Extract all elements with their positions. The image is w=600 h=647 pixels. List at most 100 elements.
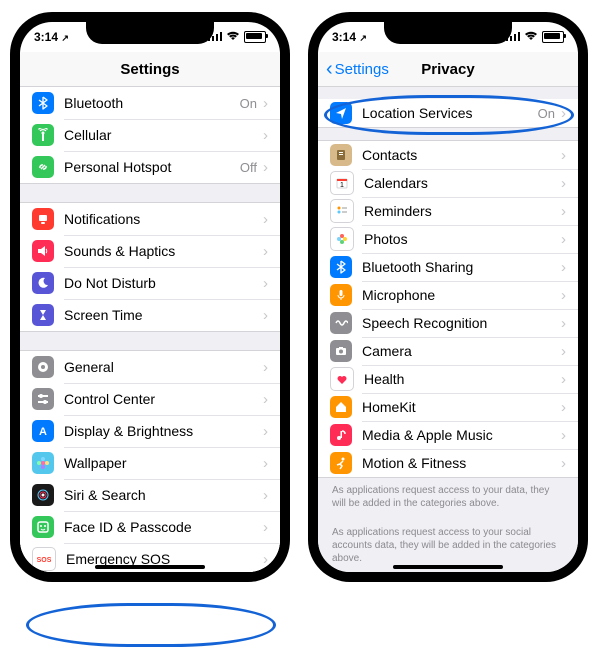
chevron-right-icon: › — [561, 148, 566, 163]
row-label: Calendars — [364, 175, 561, 191]
row-value: On — [240, 96, 257, 111]
chevron-right-icon: › — [263, 308, 268, 323]
svg-text:SOS: SOS — [37, 557, 51, 564]
row-label: Contacts — [362, 147, 561, 163]
row-camera[interactable]: Camera› — [318, 337, 578, 365]
wifi-icon — [226, 30, 240, 44]
location-indicator-icon: ↗ — [61, 33, 69, 43]
hotspot-icon — [32, 156, 54, 178]
row-label: Bluetooth — [64, 95, 240, 111]
row-controlcenter[interactable]: Control Center› — [20, 383, 280, 415]
row-label: Bluetooth Sharing — [362, 259, 561, 275]
notch — [384, 22, 512, 44]
row-label: Display & Brightness — [64, 423, 263, 439]
row-health[interactable]: Health› — [318, 365, 578, 393]
footnote: As applications request access to your d… — [318, 478, 578, 520]
control-center-icon — [32, 388, 54, 410]
row-mic[interactable]: Microphone› — [318, 281, 578, 309]
dnd-icon — [32, 272, 54, 294]
row-label: Motion & Fitness — [362, 455, 561, 471]
notch — [86, 22, 214, 44]
row-label: Screen Time — [64, 307, 263, 323]
highlight-annotation — [26, 603, 276, 647]
row-label: Speech Recognition — [362, 315, 561, 331]
homekit-icon — [330, 396, 352, 418]
row-calendars[interactable]: 1Calendars› — [318, 169, 578, 197]
row-label: Photos — [364, 231, 561, 247]
general-icon — [32, 356, 54, 378]
row-homekit[interactable]: HomeKit› — [318, 393, 578, 421]
back-button[interactable]: ‹ Settings — [326, 59, 389, 79]
row-photos[interactable]: Photos› — [318, 225, 578, 253]
back-label: Settings — [335, 61, 389, 78]
row-motion[interactable]: Motion & Fitness› — [318, 449, 578, 477]
svg-text:1: 1 — [340, 182, 344, 189]
screen-right: 3:14 ↗ ‹ Settings Privacy Location Servi… — [318, 22, 578, 572]
row-value: On — [538, 106, 555, 121]
chevron-right-icon: › — [263, 212, 268, 227]
row-label: Control Center — [64, 391, 263, 407]
row-siri[interactable]: Siri & Search› — [20, 479, 280, 511]
siri-icon — [32, 484, 54, 506]
row-label: Do Not Disturb — [64, 275, 263, 291]
nav-bar: ‹ Settings Privacy — [318, 52, 578, 87]
row-label: Wallpaper — [64, 455, 263, 471]
chevron-right-icon: › — [561, 344, 566, 359]
location-indicator-icon: ↗ — [359, 33, 367, 43]
row-display[interactable]: ADisplay & Brightness› — [20, 415, 280, 447]
svg-text:A: A — [39, 426, 47, 438]
home-indicator[interactable] — [393, 565, 503, 569]
chevron-right-icon: › — [561, 316, 566, 331]
row-reminders[interactable]: Reminders› — [318, 197, 578, 225]
chevron-right-icon: › — [263, 96, 268, 111]
row-media[interactable]: Media & Apple Music› — [318, 421, 578, 449]
row-btshare[interactable]: Bluetooth Sharing› — [318, 253, 578, 281]
row-location[interactable]: Location ServicesOn› — [318, 99, 578, 127]
row-sounds[interactable]: Sounds & Haptics› — [20, 235, 280, 267]
row-label: Cellular — [64, 127, 263, 143]
row-label: General — [64, 359, 263, 375]
chevron-right-icon: › — [561, 428, 566, 443]
screentime-icon — [32, 304, 54, 326]
chevron-right-icon: › — [561, 204, 566, 219]
home-indicator[interactable] — [95, 565, 205, 569]
row-contacts[interactable]: Contacts› — [318, 141, 578, 169]
status-time: 3:14 — [332, 30, 356, 44]
row-general[interactable]: General› — [20, 351, 280, 383]
row-wallpaper[interactable]: Wallpaper› — [20, 447, 280, 479]
chevron-right-icon: › — [561, 288, 566, 303]
row-label: HomeKit — [362, 399, 561, 415]
microphone-icon — [330, 284, 352, 306]
row-label: Camera — [362, 343, 561, 359]
nav-bar: Settings — [20, 52, 280, 87]
media-icon — [330, 424, 352, 446]
settings-list[interactable]: BluetoothOn›Cellular›Personal HotspotOff… — [20, 87, 280, 572]
nav-title: Settings — [120, 61, 179, 78]
chevron-right-icon: › — [263, 520, 268, 535]
row-bluetooth[interactable]: BluetoothOn › — [20, 87, 280, 119]
chevron-right-icon: › — [561, 232, 566, 247]
row-faceid[interactable]: Face ID & Passcode› — [20, 511, 280, 543]
row-speech[interactable]: Speech Recognition› — [318, 309, 578, 337]
row-label: Location Services — [362, 105, 538, 121]
row-label: Health — [364, 371, 561, 387]
row-cellular[interactable]: Cellular› — [20, 119, 280, 151]
row-value: Off — [240, 160, 257, 175]
row-label: Media & Apple Music — [362, 427, 561, 443]
photos-icon — [330, 227, 354, 251]
row-dnd[interactable]: Do Not Disturb› — [20, 267, 280, 299]
chevron-right-icon: › — [561, 400, 566, 415]
row-notifications[interactable]: Notifications› — [20, 203, 280, 235]
chevron-right-icon: › — [263, 392, 268, 407]
status-right — [208, 30, 266, 44]
calendars-icon: 1 — [330, 171, 354, 195]
phone-frame-left: 3:14 ↗ Settings BluetoothOn›Cellular›Per… — [10, 12, 290, 582]
row-hotspot[interactable]: Personal HotspotOff› — [20, 151, 280, 183]
row-label: Notifications — [64, 211, 263, 227]
row-screentime[interactable]: Screen Time› — [20, 299, 280, 331]
chevron-right-icon: › — [561, 456, 566, 471]
contacts-icon — [330, 144, 352, 166]
sos-icon: SOS — [32, 547, 56, 571]
privacy-list[interactable]: Location ServicesOn›Contacts›1Calendars›… — [318, 87, 578, 572]
display-icon: A — [32, 420, 54, 442]
